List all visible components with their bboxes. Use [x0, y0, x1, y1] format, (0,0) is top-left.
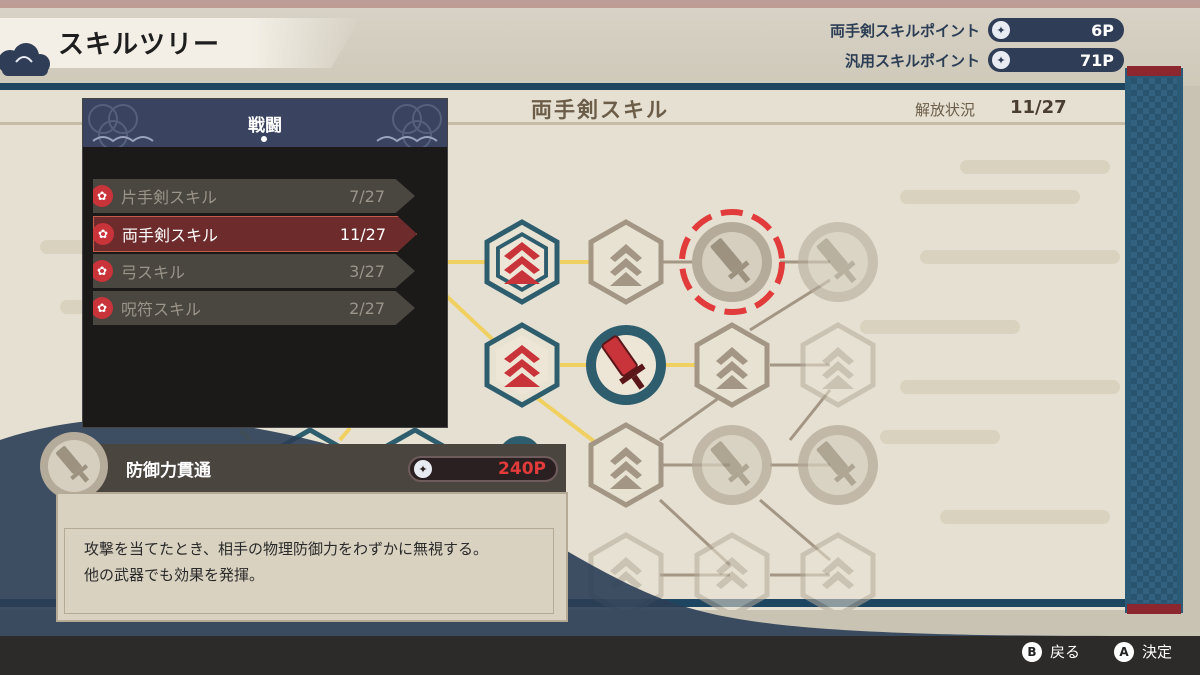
skill-node-unlocked-2[interactable] [484, 322, 560, 408]
cloud-icon [0, 43, 50, 76]
category-title: 戦闘 [248, 116, 282, 136]
confirm-button[interactable]: A 決定 [1114, 641, 1172, 662]
skill-name: 防御力貫通 [126, 461, 211, 481]
points-value: 6P [1091, 20, 1114, 40]
gem-icon: ✦ [992, 21, 1010, 39]
skill-description-line-1: 攻撃を当てたとき、相手の物理防御力をわずかに無視する。 [84, 540, 488, 558]
skill-node-selected[interactable] [679, 209, 785, 315]
category-item-talisman[interactable]: ✿ 呪符スキル 2/27 [93, 291, 415, 325]
progress-value: 11/27 [1010, 97, 1067, 118]
category-item-label: 弓スキル [121, 263, 186, 282]
flower-icon: ✿ [93, 260, 113, 282]
category-item-count: 3/27 [349, 261, 385, 281]
confirm-label: 決定 [1142, 643, 1173, 661]
skill-node-sword-unlocked[interactable] [586, 325, 666, 405]
footer-bar [0, 636, 1200, 675]
page-indicator-dot [261, 136, 267, 142]
category-panel: 戦闘 ✿ 片手剣スキル 7/27 ✿ 両手剣スキル 11/27 ✿ 弓スキル 3… [82, 98, 448, 428]
skill-description-line-2: 他の武器でも効果を発揮。 [84, 566, 265, 584]
flower-icon: ✿ [93, 185, 113, 207]
points-pill: ✦ 6P [988, 18, 1124, 42]
skill-node-unlocked-1[interactable] [484, 219, 560, 305]
b-button-icon: B [1022, 641, 1042, 662]
category-item-count: 11/27 [339, 224, 386, 244]
scroll-cap-top [1127, 66, 1181, 76]
scroll-pattern [1131, 78, 1177, 603]
category-item-two-handed[interactable]: ✿ 両手剣スキル 11/27 [93, 216, 417, 252]
category-panel-header: 戦闘 [83, 99, 447, 147]
category-item-bow[interactable]: ✿ 弓スキル 3/27 [93, 254, 415, 288]
flower-icon: ✿ [93, 223, 114, 245]
category-item-label: 片手剣スキル [121, 188, 218, 207]
points-label: 両手剣スキルポイント [829, 21, 980, 40]
gem-icon: ✦ [414, 460, 432, 478]
scroll-cap-bottom [1127, 604, 1181, 614]
points-general: 汎用スキルポイント ✦ 71P [845, 48, 1124, 72]
points-two-handed: 両手剣スキルポイント ✦ 6P [830, 18, 1124, 42]
category-item-count: 2/27 [349, 298, 385, 318]
points-pill: ✦ 71P [988, 48, 1124, 72]
back-label: 戻る [1050, 643, 1081, 661]
category-item-label: 両手剣スキル [122, 226, 219, 245]
progress-label: 解放状況 [915, 101, 976, 119]
page-title: スキルツリー [58, 30, 221, 60]
points-label: 汎用スキルポイント [844, 51, 980, 70]
category-item-one-handed[interactable]: ✿ 片手剣スキル 7/27 [93, 179, 415, 213]
back-button[interactable]: B 戻る [1022, 641, 1080, 662]
skill-cost: 240P [498, 459, 546, 479]
a-button-icon: A [1114, 641, 1134, 662]
category-item-label: 呪符スキル [121, 300, 202, 319]
skill-cost-pill: ✦ 240P [408, 456, 558, 482]
points-value: 71P [1080, 50, 1114, 70]
category-item-count: 7/27 [349, 186, 385, 206]
gem-icon: ✦ [992, 51, 1010, 69]
flower-icon: ✿ [93, 297, 113, 319]
